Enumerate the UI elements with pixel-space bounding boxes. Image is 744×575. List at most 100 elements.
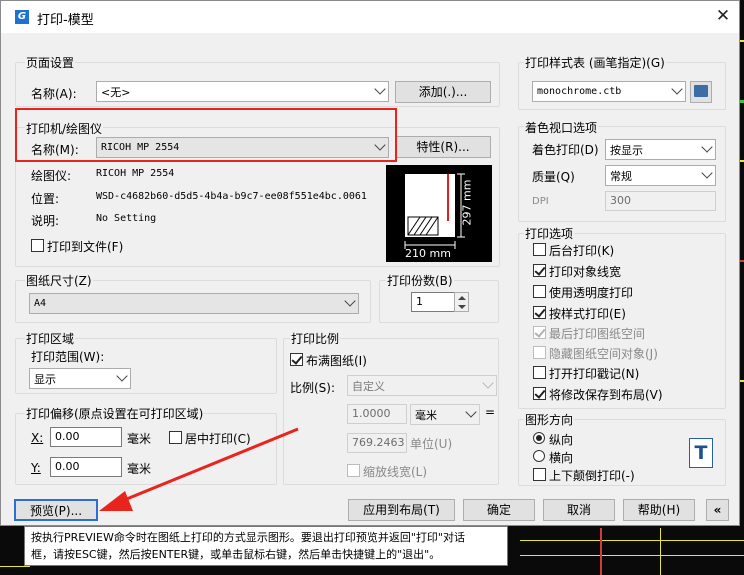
chevron-down-icon xyxy=(482,377,494,389)
plot-paperspace-last-label: 最后打印图纸空间 xyxy=(549,327,646,341)
plot-transparency-label: 使用透明度打印 xyxy=(549,286,634,300)
description-label: 说明: xyxy=(31,214,60,228)
shaded-viewport-title: 着色视口选项 xyxy=(524,119,599,136)
collapse-button[interactable]: « xyxy=(706,499,729,521)
portrait-label: 纵向 xyxy=(549,433,574,447)
apply-to-layout-button[interactable]: 应用到布局(T) xyxy=(348,499,455,521)
paper-preview: 210 mm 297 mm xyxy=(386,165,492,262)
fit-to-paper-checkbox[interactable] xyxy=(290,353,303,366)
quality-value: 常规 xyxy=(610,170,632,183)
hide-paperspace-objects-label: 隐藏图纸空间对象(J) xyxy=(549,347,658,361)
page-setup-title: 页面设置 xyxy=(25,54,76,71)
page-setup-value: <无> xyxy=(101,86,131,99)
scale-unit2-label: 单位(U) xyxy=(410,437,453,451)
page-setup-select[interactable]: <无> xyxy=(96,81,389,102)
plotter-label: 绘图仪: xyxy=(31,169,72,183)
plot-stamp-checkbox[interactable] xyxy=(533,366,546,379)
copies-title: 打印份数(B) xyxy=(386,272,454,289)
add-page-setup-button[interactable]: 添加(.)... xyxy=(395,81,491,103)
spin-down-icon xyxy=(458,305,466,309)
scale-value1-input[interactable]: 1.0000 xyxy=(347,404,407,424)
scale-value2-input[interactable]: 769.2463 xyxy=(347,433,407,453)
plot-transparency-checkbox[interactable] xyxy=(533,285,546,298)
print-dialog: G 打印-模型 ✕ 页面设置 名称(A): <无> 添加(.)... 打印机/绘… xyxy=(0,0,740,526)
plot-lineweights-checkbox[interactable] xyxy=(533,264,546,277)
help-button[interactable]: 帮助(H) xyxy=(623,499,695,521)
scale-lineweights-checkbox[interactable] xyxy=(347,464,360,477)
shade-plot-label: 着色打印(D) xyxy=(532,143,599,157)
close-icon[interactable]: ✕ xyxy=(713,5,733,27)
save-to-layout-label: 将修改保存到布局(V) xyxy=(549,388,663,402)
save-to-layout-checkbox[interactable] xyxy=(533,387,546,400)
description-value: No Setting xyxy=(96,213,157,224)
print-to-file-label: 打印到文件(F) xyxy=(47,240,124,254)
landscape-label: 横向 xyxy=(549,451,574,465)
plot-style-select[interactable]: monochrome.ctb xyxy=(532,81,686,102)
chevron-down-icon xyxy=(671,83,683,95)
window-title: 打印-模型 xyxy=(37,13,94,28)
paper-size-title: 图纸尺寸(Z) xyxy=(25,272,93,289)
quality-label: 质量(Q) xyxy=(532,170,575,184)
app-icon: G xyxy=(15,10,29,24)
plot-lineweights-label: 打印对象线宽 xyxy=(549,265,622,279)
page-setup-name-label: 名称(A): xyxy=(31,87,77,101)
scale-unit-select[interactable]: 毫米 xyxy=(410,404,480,425)
upside-down-checkbox[interactable] xyxy=(533,468,546,481)
plot-style-title: 打印样式表 (画笔指定)(G) xyxy=(524,54,666,71)
edit-plot-style-button[interactable] xyxy=(690,81,712,103)
chevron-down-icon xyxy=(701,167,713,179)
dpi-input[interactable]: 300 xyxy=(605,191,716,211)
copies-spinner[interactable] xyxy=(454,292,469,312)
preview-tooltip: 按执行PREVIEW命令时在图纸上打印的方式显示图形。要退出打印预览并返回"打印… xyxy=(24,526,508,566)
printer-properties-button[interactable]: 特性(R)... xyxy=(395,136,491,158)
chevron-down-icon xyxy=(465,406,477,418)
chevron-down-icon xyxy=(701,141,713,153)
plot-with-styles-label: 按样式打印(E) xyxy=(549,307,626,321)
tooltip-line-1: 按执行PREVIEW命令时在图纸上打印的方式显示图形。要退出打印预览并返回"打印… xyxy=(31,531,465,544)
paper-width-label: 210 mm xyxy=(405,247,451,260)
scale-label: 比例(S): xyxy=(290,381,336,395)
offset-x-label: X: xyxy=(31,431,44,445)
paper-size-select[interactable]: A4 xyxy=(29,293,359,314)
printer-edit-icon xyxy=(694,85,708,97)
scale-value: 自定义 xyxy=(352,380,385,393)
chevron-down-icon xyxy=(116,370,128,382)
plot-paperspace-last-checkbox[interactable] xyxy=(533,326,546,339)
orientation-title: 图形方向 xyxy=(524,411,575,428)
landscape-radio[interactable] xyxy=(533,450,545,462)
plot-options-title: 打印选项 xyxy=(524,225,575,242)
print-offset-title: 打印偏移(原点设置在可打印区域) xyxy=(25,405,205,422)
print-range-select[interactable]: 显示 xyxy=(29,368,131,389)
orientation-page-icon: T xyxy=(689,438,713,468)
fit-to-paper-label: 布满图纸(I) xyxy=(306,354,367,368)
scale-select[interactable]: 自定义 xyxy=(347,375,497,396)
paper-size-value: A4 xyxy=(34,298,47,309)
spin-up-icon xyxy=(458,296,466,300)
ok-button[interactable]: 确定 xyxy=(463,499,535,521)
annotation-arrow xyxy=(99,427,299,511)
portrait-radio[interactable] xyxy=(533,432,545,444)
copies-input[interactable]: 1 xyxy=(411,292,455,312)
hide-paperspace-objects-checkbox[interactable] xyxy=(533,346,546,359)
quality-select[interactable]: 常规 xyxy=(605,165,716,186)
title-bar: G 打印-模型 ✕ xyxy=(1,1,739,33)
tooltip-line-2: 框，请按ESC键，然后按ENTER键，或单击鼠标右键，然后单击快捷键上的"退出"… xyxy=(31,548,441,561)
background-plot-checkbox[interactable] xyxy=(533,243,546,256)
plot-with-styles-checkbox[interactable] xyxy=(533,306,546,319)
shade-plot-value: 按显示 xyxy=(610,144,643,157)
plotter-value: RICOH MP 2554 xyxy=(96,168,175,179)
plot-stamp-label: 打开打印戳记(N) xyxy=(549,367,640,381)
upside-down-label: 上下颠倒打印(-) xyxy=(549,469,635,483)
plot-style-value: monochrome.ctb xyxy=(537,86,622,97)
location-label: 位置: xyxy=(31,192,60,206)
location-value: WSD-c4682b60-d5d5-4b4a-b9c7-ee08f551e4bc… xyxy=(96,191,367,202)
print-area-title: 打印区域 xyxy=(25,330,76,347)
dpi-label: DPI xyxy=(532,196,549,207)
shade-plot-select[interactable]: 按显示 xyxy=(605,139,716,160)
cancel-button[interactable]: 取消 xyxy=(543,499,615,521)
print-scale-title: 打印比例 xyxy=(290,330,341,347)
printer-highlight-box xyxy=(15,108,397,162)
offset-y-label: Y: xyxy=(31,461,41,475)
scale-lineweights-label: 缩放线宽(L) xyxy=(363,465,428,479)
print-to-file-checkbox[interactable] xyxy=(31,239,44,252)
